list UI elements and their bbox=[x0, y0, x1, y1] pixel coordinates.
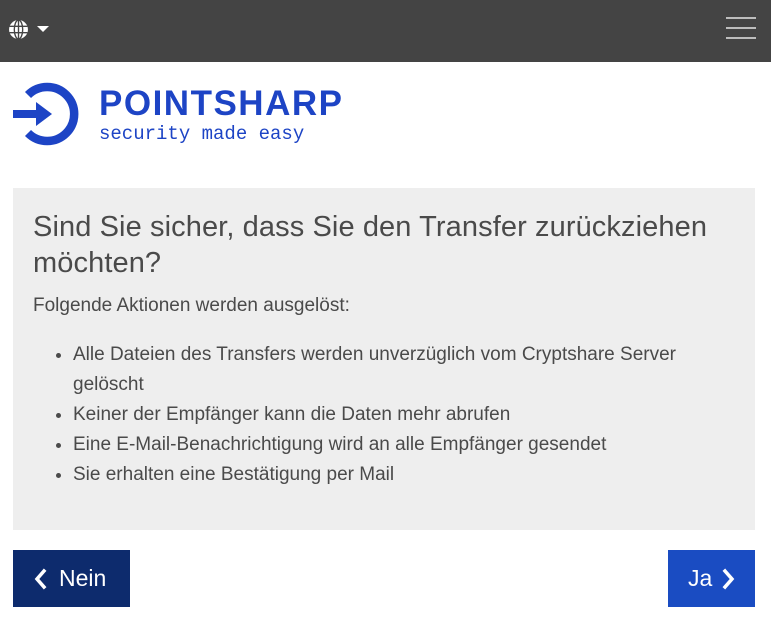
actions-intro: Folgende Aktionen werden ausgelöst: bbox=[33, 295, 350, 316]
list-item: Eine E-Mail-Benachrichtigung wird an all… bbox=[73, 430, 735, 460]
top-navbar bbox=[0, 0, 771, 62]
globe-icon bbox=[8, 18, 29, 40]
confirmation-panel: Sind Sie sicher, dass Sie den Transfer z… bbox=[13, 188, 755, 530]
hamburger-line bbox=[726, 27, 756, 29]
language-selector[interactable] bbox=[8, 18, 49, 40]
logo-brand-name: POINTSHARP bbox=[99, 84, 344, 123]
hamburger-line bbox=[726, 37, 756, 39]
no-button-label: Nein bbox=[59, 565, 107, 591]
confirmation-title: Sind Sie sicher, dass Sie den Transfer z… bbox=[33, 211, 708, 279]
hamburger-line bbox=[726, 17, 756, 19]
no-button[interactable]: Nein bbox=[13, 550, 130, 607]
yes-button-label: Ja bbox=[688, 565, 713, 591]
actions-list: Alle Dateien des Transfers werden unverz… bbox=[33, 340, 735, 490]
yes-button[interactable]: Ja bbox=[668, 550, 755, 607]
pointsharp-logo[interactable]: POINTSHARP security made easy bbox=[13, 81, 373, 149]
chevron-left-icon bbox=[33, 568, 47, 590]
chevron-right-icon bbox=[722, 568, 736, 590]
caret-down-icon bbox=[37, 26, 49, 32]
list-item: Keiner der Empfänger kann die Daten mehr… bbox=[73, 400, 735, 430]
logo-text: POINTSHARP security made easy bbox=[99, 84, 344, 146]
menu-toggle-button[interactable] bbox=[726, 15, 756, 41]
list-item: Sie erhalten eine Bestätigung per Mail bbox=[73, 460, 735, 490]
logo-tagline: security made easy bbox=[99, 123, 305, 145]
list-item: Alle Dateien des Transfers werden unverz… bbox=[73, 340, 735, 400]
logo-mark-icon bbox=[13, 81, 79, 152]
